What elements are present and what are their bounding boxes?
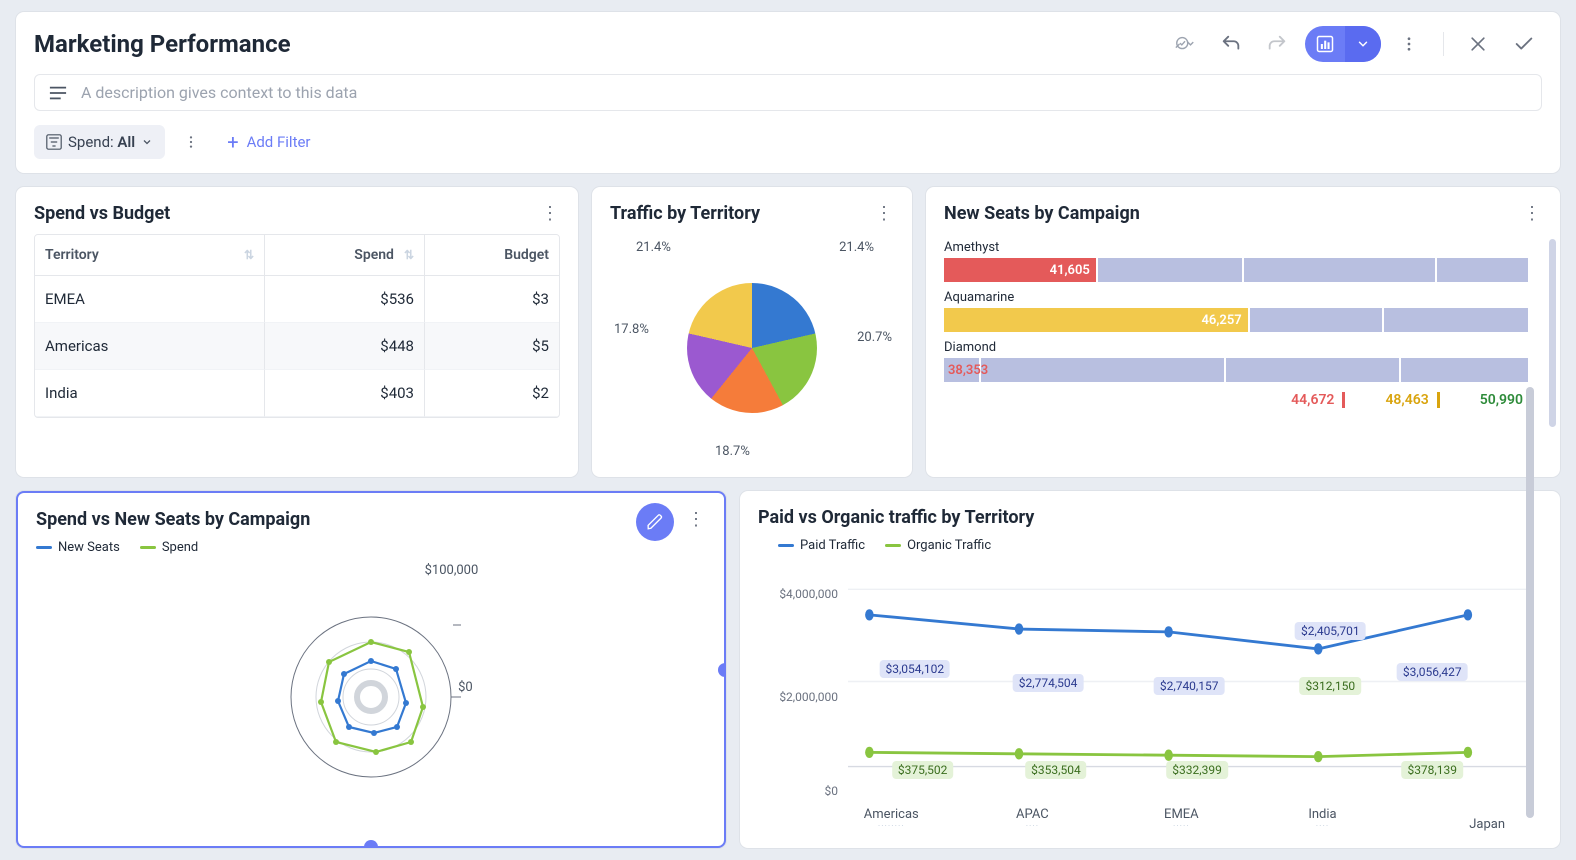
chart-icon: [1305, 34, 1345, 54]
pie-label: 17.8%: [614, 322, 649, 337]
pie-chart: [687, 283, 817, 413]
verify-dropdown-icon[interactable]: [1167, 26, 1203, 62]
axis-label: $100,000: [425, 563, 479, 578]
line-chart: $4,000,000 $2,000,000 $0 $3,054,102: [758, 561, 1542, 832]
bar-segment: 46,257: [944, 308, 1248, 332]
page-title: Marketing Performance: [34, 30, 1167, 58]
bar-group: Aquamarine 46,257: [944, 290, 1528, 332]
description-input[interactable]: A description gives context to this data: [34, 74, 1542, 111]
pie-label: 18.7%: [715, 444, 750, 459]
resize-handle-right[interactable]: [718, 663, 726, 677]
filter-more-button[interactable]: [177, 134, 205, 150]
card-spend-vs-budget: Spend vs Budget ⋮ Territory⇅ Spend⇅ Budg…: [16, 187, 578, 477]
menu-icon: [49, 85, 67, 101]
close-button[interactable]: [1460, 26, 1496, 62]
card-title: Spend vs Budget: [34, 203, 540, 224]
card-title: Traffic by Territory: [610, 203, 874, 224]
plus-icon: +: [227, 132, 238, 152]
pie-label: 21.4%: [636, 240, 671, 255]
scrollbar[interactable]: [1549, 239, 1556, 427]
filter-pill-spend[interactable]: Spend: All: [34, 125, 165, 159]
totals-row: 44,672 48,463 50,990: [944, 392, 1542, 408]
card-paid-vs-organic: Paid vs Organic traffic by Territory ⋮ P…: [740, 491, 1560, 848]
card-title: New Seats by Campaign: [944, 203, 1522, 224]
pie-label: 21.4%: [839, 240, 874, 255]
edit-card-button[interactable]: [636, 503, 674, 541]
legend: Paid Traffic Organic Traffic: [778, 538, 1542, 553]
sort-icon: ⇅: [404, 248, 414, 262]
chevron-down-icon[interactable]: [1345, 26, 1381, 62]
axis-label: $0: [458, 680, 473, 695]
resize-handle-bottom[interactable]: [364, 840, 378, 848]
legend: New Seats Spend: [36, 540, 706, 555]
filter-name: Spend: All: [68, 133, 135, 151]
card-menu-button[interactable]: ⋮: [686, 509, 706, 530]
card-title: Spend vs New Seats by Campaign: [36, 509, 686, 530]
table-row[interactable]: EMEA $536 $3: [35, 276, 559, 323]
divider: [1443, 32, 1444, 56]
confirm-button[interactable]: [1506, 26, 1542, 62]
card-menu-button[interactable]: ⋮: [874, 203, 894, 224]
add-filter-button[interactable]: + Add Filter: [227, 132, 310, 152]
bar-segment: 41,605: [944, 258, 1096, 282]
card-traffic-by-territory: Traffic by Territory ⋮ 21.4% 20.7% 18.7%…: [592, 187, 912, 477]
bar-group: Amethyst 41,605: [944, 240, 1528, 282]
redo-button[interactable]: [1259, 26, 1295, 62]
card-new-seats-by-campaign: New Seats by Campaign ⋮ Amethyst 41,605: [926, 187, 1560, 477]
column-header-territory[interactable]: Territory⇅: [35, 235, 265, 276]
spend-budget-table: Territory⇅ Spend⇅ Budget EMEA $536 $3 Am…: [34, 234, 560, 418]
radar-chart: [281, 607, 461, 787]
header-card: Marketing Performance: [16, 12, 1560, 173]
filter-icon: [46, 134, 62, 150]
table-row[interactable]: India $403 $2: [35, 370, 559, 417]
card-menu-button[interactable]: ⋮: [1522, 203, 1542, 224]
card-spend-vs-new-seats[interactable]: Spend vs New Seats by Campaign ⋮ New Sea…: [16, 491, 726, 848]
explore-button[interactable]: [1305, 26, 1381, 62]
sort-icon: ⇅: [244, 248, 254, 262]
chevron-down-icon: [141, 136, 153, 148]
add-filter-label: Add Filter: [247, 133, 311, 151]
bar-group: Diamond 38,353: [944, 340, 1528, 382]
card-menu-button[interactable]: ⋮: [540, 203, 560, 224]
card-title: Paid vs Organic traffic by Territory: [758, 507, 1522, 528]
column-header-spend[interactable]: Spend⇅: [265, 235, 425, 276]
pie-label: 20.7%: [857, 330, 892, 345]
table-row[interactable]: Americas $448 $5: [35, 323, 559, 370]
bar-segment: 38,353: [944, 358, 979, 382]
main-scrollbar[interactable]: [1526, 387, 1534, 818]
undo-button[interactable]: [1213, 26, 1249, 62]
column-header-budget[interactable]: Budget: [425, 235, 559, 276]
more-options-button[interactable]: [1391, 26, 1427, 62]
description-placeholder: A description gives context to this data: [81, 83, 357, 102]
